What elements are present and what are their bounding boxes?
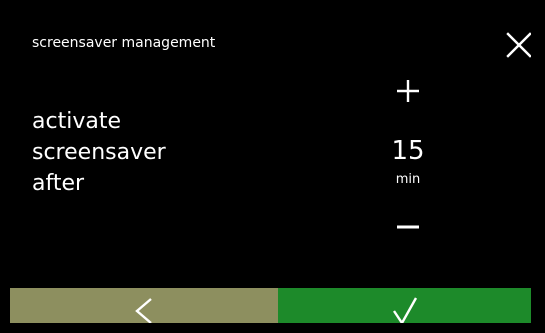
chevron-left-icon xyxy=(135,297,152,323)
setting-label: activate screensaver after xyxy=(32,106,166,199)
screensaver-settings-screen: screensaver management activate screensa… xyxy=(10,10,531,323)
bottom-action-bar xyxy=(10,288,531,323)
close-icon xyxy=(506,32,531,58)
increase-button[interactable] xyxy=(393,76,423,106)
timeout-value: 15 xyxy=(391,136,425,166)
timeout-unit: min xyxy=(395,172,421,187)
setting-label-line: activate xyxy=(32,109,121,134)
timeout-stepper: 15 min xyxy=(380,62,436,252)
checkmark-icon xyxy=(392,296,417,323)
minus-icon xyxy=(397,225,419,229)
back-button[interactable] xyxy=(10,288,278,323)
decrease-button[interactable] xyxy=(393,212,423,242)
setting-label-line: screensaver xyxy=(32,140,166,165)
close-button[interactable] xyxy=(504,30,531,60)
plus-icon xyxy=(397,80,419,102)
page-title: screensaver management xyxy=(32,35,216,51)
setting-label-line: after xyxy=(32,171,85,196)
confirm-button[interactable] xyxy=(278,288,531,323)
